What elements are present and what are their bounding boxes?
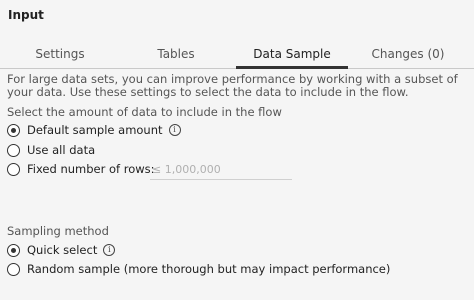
sampling-method-label: Sampling method <box>7 224 109 238</box>
tab-changes[interactable]: Changes (0) <box>348 42 468 69</box>
quick-select-radio[interactable] <box>7 243 20 257</box>
fixed-rows-radio[interactable] <box>7 162 20 176</box>
fixed-rows-label: Fixed number of rows: <box>27 162 155 176</box>
tab-bar: Settings Tables Data Sample Changes (0) <box>0 42 474 69</box>
quick-select-option[interactable]: Quick select i <box>7 242 116 258</box>
data-sample-description: For large data sets, you can improve per… <box>7 72 458 99</box>
tab-data-sample[interactable]: Data Sample <box>236 42 348 69</box>
random-sample-option[interactable]: Random sample (more thorough but may imp… <box>7 261 390 277</box>
random-sample-radio[interactable] <box>7 262 20 276</box>
amount-section-label: Select the amount of data to include in … <box>7 105 282 119</box>
default-sample-amount-option[interactable]: Default sample amount i <box>7 122 181 138</box>
info-icon[interactable]: i <box>168 124 181 136</box>
use-all-data-radio[interactable] <box>7 143 20 157</box>
fixed-rows-option[interactable]: Fixed number of rows: <box>7 161 155 177</box>
info-icon[interactable]: i <box>103 244 116 256</box>
tab-tables[interactable]: Tables <box>118 42 234 69</box>
quick-select-label: Quick select <box>27 243 98 257</box>
use-all-data-label: Use all data <box>27 143 96 157</box>
random-sample-label: Random sample (more thorough but may imp… <box>27 262 391 276</box>
tab-settings[interactable]: Settings <box>0 42 120 69</box>
fixed-rows-input[interactable] <box>150 160 292 180</box>
default-sample-amount-label: Default sample amount <box>27 123 163 137</box>
use-all-data-option[interactable]: Use all data <box>7 142 95 158</box>
default-sample-amount-radio[interactable] <box>7 123 20 137</box>
panel-title: Input <box>8 8 44 22</box>
